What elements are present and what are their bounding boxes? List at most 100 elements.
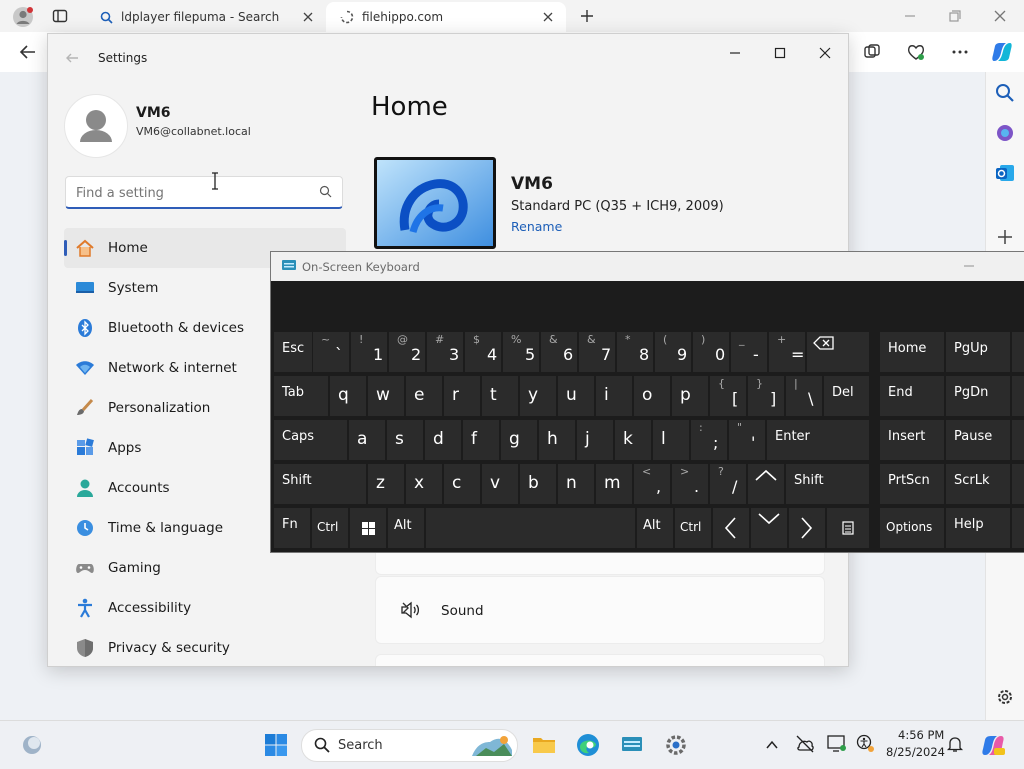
browser-essentials-icon[interactable] (906, 42, 926, 62)
key-backslash[interactable]: | \ (786, 376, 822, 416)
key-insert[interactable]: Insert (880, 420, 944, 460)
key-caps[interactable]: Caps (274, 420, 347, 460)
close-tab-icon[interactable] (300, 9, 316, 25)
key-v[interactable]: v (482, 464, 518, 504)
osk-titlebar[interactable]: On-Screen Keyboard (271, 252, 1024, 281)
key-m[interactable]: m (596, 464, 632, 504)
key-prtscn[interactable]: PrtScn (880, 464, 944, 504)
accessibility-tray-icon[interactable] (855, 733, 879, 757)
key-fn[interactable]: Fn (274, 508, 310, 548)
key-c[interactable]: c (444, 464, 480, 504)
key-shift-right[interactable]: Shift (786, 464, 869, 504)
key-lbracket[interactable]: {[ (710, 376, 746, 416)
key-b[interactable]: b (520, 464, 556, 504)
file-explorer-icon[interactable] (532, 733, 556, 757)
key-windows[interactable] (350, 508, 386, 548)
key-tab[interactable]: Tab (274, 376, 328, 416)
key-pgup[interactable]: PgUp (946, 332, 1010, 372)
key-7[interactable]: & 7 (579, 332, 615, 372)
key-minus[interactable]: _ - (731, 332, 767, 372)
key-partial[interactable] (1012, 332, 1024, 372)
key-alt-right[interactable]: Alt (637, 508, 673, 548)
key-n[interactable]: n (558, 464, 594, 504)
copilot-icon[interactable] (980, 733, 1005, 757)
key-h[interactable]: h (539, 420, 575, 460)
key-4[interactable]: $4 (465, 332, 501, 372)
key-rbracket[interactable]: }] (748, 376, 784, 416)
tab-search[interactable]: ldplayer filepuma - Search (88, 2, 326, 32)
key-q[interactable]: q (330, 376, 366, 416)
outlook-icon[interactable] (994, 162, 1016, 184)
restore-icon[interactable] (945, 6, 965, 26)
widgets-icon[interactable] (20, 733, 44, 757)
close-tab-icon[interactable] (540, 9, 556, 25)
key-left[interactable] (713, 508, 749, 548)
settings-app-icon[interactable] (664, 733, 688, 757)
key-z[interactable]: z (368, 464, 404, 504)
key-equals[interactable]: + = (769, 332, 805, 372)
key-alt-left[interactable]: Alt (388, 508, 424, 548)
key-partial[interactable] (1012, 420, 1024, 460)
tab-filehippo[interactable]: filehippo.com (326, 2, 566, 32)
key-enter[interactable]: Enter (767, 420, 869, 460)
key-k[interactable]: k (615, 420, 651, 460)
key-x[interactable]: x (406, 464, 442, 504)
key-end[interactable]: End (880, 376, 944, 416)
nav-item-privacy[interactable]: Privacy & security (64, 628, 346, 666)
key-backspace[interactable] (807, 332, 869, 372)
key-menu[interactable] (827, 508, 869, 548)
key-partial[interactable] (1012, 508, 1024, 548)
key-5[interactable]: % 5 (503, 332, 539, 372)
back-icon[interactable] (64, 50, 80, 66)
key-down[interactable] (751, 508, 787, 548)
key-y[interactable]: y (520, 376, 556, 416)
key-space[interactable] (426, 508, 635, 548)
notification-bell-icon[interactable] (946, 735, 970, 759)
clock-date[interactable]: 8/25/2024 (886, 745, 945, 759)
key-f[interactable]: f (463, 420, 499, 460)
on-screen-keyboard-app-icon[interactable] (620, 733, 644, 757)
profile-icon[interactable] (12, 6, 34, 28)
tab-actions-icon[interactable] (52, 8, 68, 24)
key-j[interactable]: j (577, 420, 613, 460)
key-slash[interactable]: ? / (710, 464, 746, 504)
key-w[interactable]: w (368, 376, 404, 416)
nav-item-accessibility[interactable]: Accessibility (64, 588, 346, 628)
settings-icon[interactable] (994, 686, 1016, 708)
key-8[interactable]: * 8 (617, 332, 653, 372)
more-options-icon[interactable] (950, 42, 970, 62)
key-0[interactable]: ) 0 (693, 332, 729, 372)
minimize-icon[interactable] (961, 258, 977, 274)
key-r[interactable]: r (444, 376, 480, 416)
windows-start-icon[interactable] (264, 733, 288, 757)
key-ctrl-right[interactable]: Ctrl (675, 508, 711, 548)
key-right[interactable] (789, 508, 825, 548)
maximize-icon[interactable] (769, 42, 791, 64)
minimize-icon[interactable] (724, 42, 746, 64)
key-partial[interactable] (1012, 376, 1024, 416)
key-o[interactable]: o (634, 376, 670, 416)
key-6[interactable]: & 6 (541, 332, 577, 372)
copilot-icon[interactable] (990, 40, 1014, 64)
key-e[interactable]: e (406, 376, 442, 416)
key-s[interactable]: s (387, 420, 423, 460)
nav-item-gaming[interactable]: Gaming (64, 548, 346, 588)
key-backtick[interactable]: ~ ` (313, 332, 349, 372)
avatar[interactable] (64, 94, 128, 158)
key-l[interactable]: l (653, 420, 689, 460)
chevron-up-icon[interactable] (764, 737, 788, 761)
rename-link[interactable]: Rename (511, 219, 562, 234)
add-icon[interactable] (994, 226, 1016, 248)
key-up[interactable] (748, 464, 784, 504)
search-input[interactable] (74, 182, 318, 204)
key-9[interactable]: (9 (655, 332, 691, 372)
key-1[interactable]: ! 1 (351, 332, 387, 372)
key-g[interactable]: g (501, 420, 537, 460)
key-help[interactable]: Help (946, 508, 1010, 548)
key-shift-left[interactable]: Shift (274, 464, 366, 504)
key-period[interactable]: >. (672, 464, 708, 504)
key-home[interactable]: Home (880, 332, 944, 372)
key-comma[interactable]: <, (634, 464, 670, 504)
key-a[interactable]: a (349, 420, 385, 460)
key-options[interactable]: Options (880, 508, 944, 548)
